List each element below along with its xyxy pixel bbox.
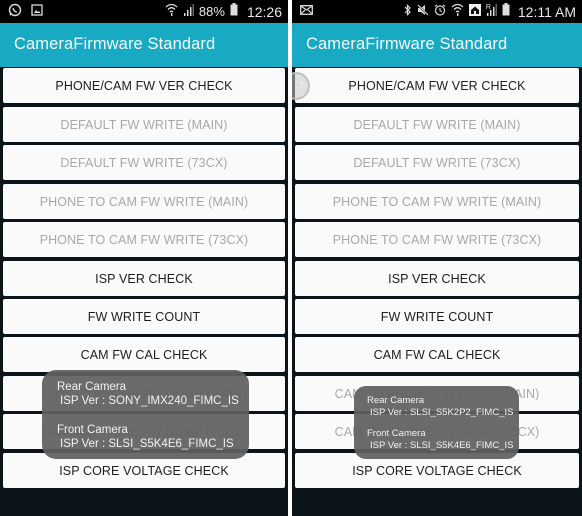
default-fw-write-main-button[interactable]: DEFAULT FW WRITE (MAIN) (295, 107, 579, 142)
front-camera-isp-version: ISP Ver : SLSI_S5K4E6_FIMC_IS (60, 438, 234, 450)
phone-to-cam-fw-write-main-button[interactable]: PHONE TO CAM FW WRITE (MAIN) (3, 184, 285, 219)
status-bar: R 12:11 AM (292, 0, 582, 23)
phone-to-cam-fw-write-73cx-button[interactable]: PHONE TO CAM FW WRITE (73CX) (3, 222, 285, 257)
phone-screen-right: R 12:11 AM CameraFirmware Standard PHONE… (292, 0, 582, 516)
rear-camera-isp-version: ISP Ver : SONY_IMX240_FIMC_IS (60, 395, 239, 407)
battery-percent: 88% (198, 4, 225, 19)
bottom-bar (0, 489, 288, 516)
bluetooth-icon (404, 3, 412, 20)
clock: 12:11 AM (517, 3, 576, 20)
default-fw-write-73cx-button[interactable]: DEFAULT FW WRITE (73CX) (295, 145, 579, 180)
bottom-bar (292, 489, 582, 516)
status-bar: 88% 12:26 (0, 0, 288, 23)
roaming-signal-icon: R (486, 3, 497, 20)
app-title: CameraFirmware Standard (14, 35, 216, 53)
alarm-icon (434, 3, 446, 20)
front-camera-label: Front Camera (367, 428, 426, 439)
battery-icon (230, 3, 238, 20)
rear-camera-isp-version: ISP Ver : SLSI_S5K2P2_FIMC_IS (370, 406, 514, 418)
clock: 12:26 (246, 3, 282, 20)
cam-fw-cal-check-button[interactable]: CAM FW CAL CHECK (295, 337, 579, 372)
wifi-icon (451, 3, 464, 20)
isp-ver-check-button[interactable]: ISP VER CHECK (3, 261, 285, 296)
isp-version-toast: Rear Camera ISP Ver : SONY_IMX240_FIMC_I… (42, 370, 249, 459)
phone-screen-left: 88% 12:26 CameraFirmware Standard PHONE/… (0, 0, 288, 516)
app-bar: CameraFirmware Standard (0, 23, 288, 67)
fw-write-count-button[interactable]: FW WRITE COUNT (3, 299, 285, 334)
mute-icon (416, 3, 430, 20)
default-fw-write-73cx-button[interactable]: DEFAULT FW WRITE (73CX) (3, 145, 285, 180)
whatsapp-icon (8, 3, 22, 21)
front-camera-isp-version: ISP Ver : SLSI_S5K4E6_FIMC_IS (370, 439, 514, 451)
rear-camera-label: Rear Camera (57, 381, 127, 393)
phone-to-cam-fw-write-73cx-button[interactable]: PHONE TO CAM FW WRITE (73CX) (295, 222, 579, 257)
home-icon (468, 3, 481, 20)
cam-fw-cal-check-button[interactable]: CAM FW CAL CHECK (3, 337, 285, 372)
isp-ver-check-button[interactable]: ISP VER CHECK (295, 261, 579, 296)
email-icon (300, 3, 313, 19)
signal-icon (183, 3, 194, 20)
wifi-icon (165, 3, 178, 20)
default-fw-write-main-button[interactable]: DEFAULT FW WRITE (MAIN) (3, 107, 285, 142)
phone-to-cam-fw-write-main-button[interactable]: PHONE TO CAM FW WRITE (MAIN) (295, 184, 579, 219)
battery-icon (502, 3, 510, 20)
rear-camera-label: Rear Camera (367, 395, 425, 406)
front-camera-label: Front Camera (57, 424, 128, 436)
app-title: CameraFirmware Standard (306, 35, 508, 53)
phone-cam-fw-ver-check-button[interactable]: PHONE/CAM FW VER CHECK (295, 68, 579, 103)
fw-write-count-button[interactable]: FW WRITE COUNT (295, 299, 579, 334)
phone-cam-fw-ver-check-button[interactable]: PHONE/CAM FW VER CHECK (3, 68, 285, 103)
gallery-icon (31, 4, 43, 20)
roaming-label: R (485, 3, 491, 11)
app-bar: CameraFirmware Standard (292, 23, 582, 67)
isp-version-toast: Rear Camera ISP Ver : SLSI_S5K2P2_FIMC_I… (354, 386, 519, 459)
